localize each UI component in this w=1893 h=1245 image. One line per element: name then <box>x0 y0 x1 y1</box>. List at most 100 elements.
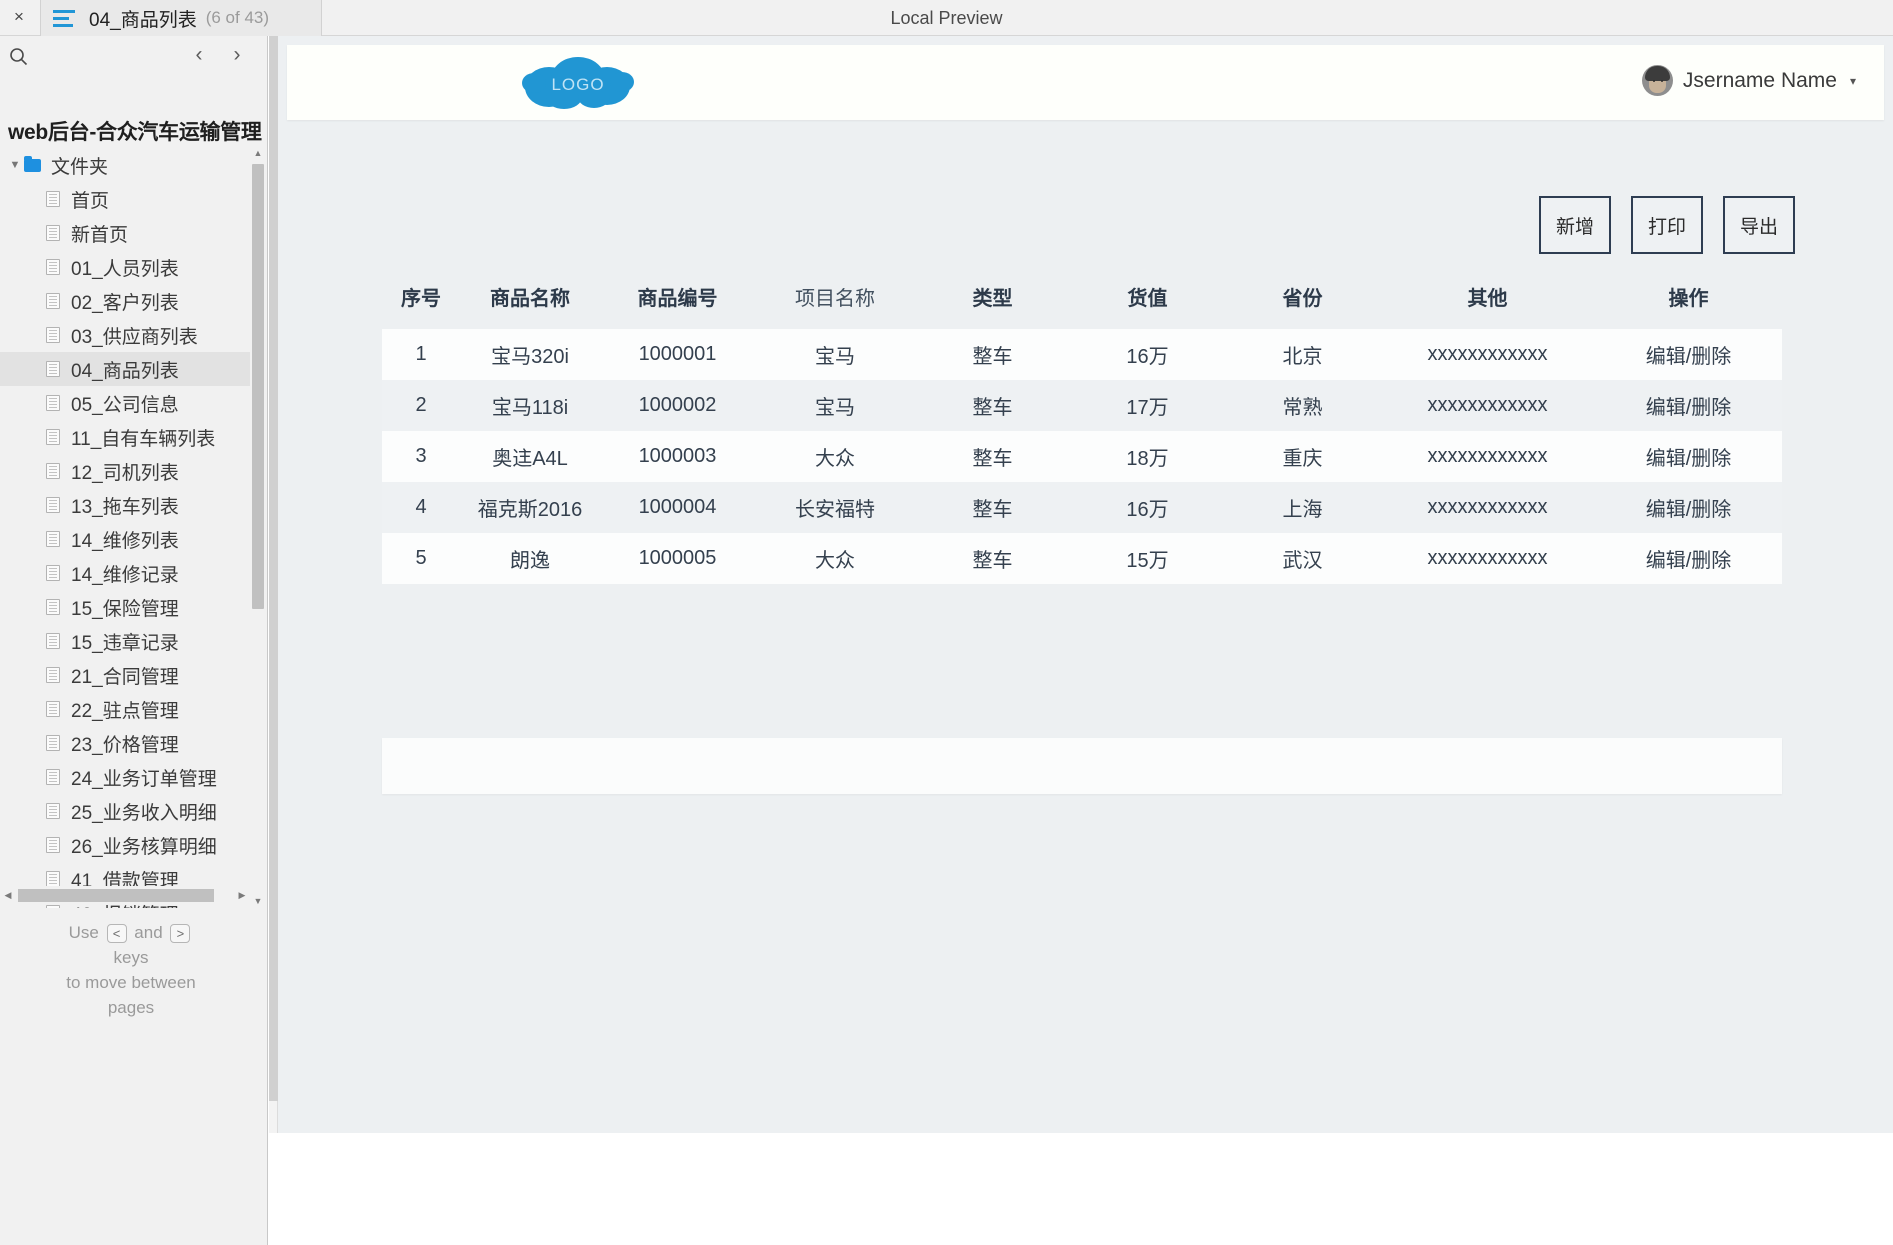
sidebar-item-1[interactable]: 新首页 <box>0 216 250 250</box>
table-cell: 1000005 <box>600 533 755 584</box>
page-icon <box>46 225 60 241</box>
sidebar-item-3[interactable]: 02_客户列表 <box>0 284 250 318</box>
sidebar-item-label: 13_拖车列表 <box>71 496 179 518</box>
sidebar-item-10[interactable]: 14_维修列表 <box>0 522 250 556</box>
table-cell: 1 <box>382 329 460 380</box>
sidebar-item-7[interactable]: 11_自有车辆列表 <box>0 420 250 454</box>
action-button-2[interactable]: 导出 <box>1723 196 1795 254</box>
table-cell: 1000002 <box>600 380 755 431</box>
table-cell: xxxxxxxxxxxx <box>1380 533 1595 584</box>
row-actions-cell[interactable]: 编辑/删除 <box>1595 482 1782 533</box>
app-canvas: LOGO Jsername Name ▾ 新增 打印 导出 序号 商品名称 商品编号 项目… <box>278 36 1893 1133</box>
prev-page-button[interactable]: ‹ <box>185 40 213 70</box>
tab-label: 04_商品列表 <box>89 9 197 31</box>
sidebar-item-label: 03_供应商列表 <box>71 326 198 348</box>
tree-vertical-scrollbar-thumb[interactable] <box>252 164 264 609</box>
sidebar-item-4[interactable]: 03_供应商列表 <box>0 318 250 352</box>
table-cell: 奥迬A4L <box>460 431 600 482</box>
user-menu[interactable]: Jsername Name ▾ <box>1641 65 1856 96</box>
action-button-0[interactable]: 新增 <box>1539 196 1611 254</box>
sidebar-item-11[interactable]: 14_维修记录 <box>0 556 250 590</box>
sidebar-item-8[interactable]: 12_司机列表 <box>0 454 250 488</box>
table-row: 1 宝马320i 1000001 宝马 整车 16万 北京 xxxxxxxxxxxx 编辑/删除 <box>382 329 1782 380</box>
table-column-header-8: 操作 <box>1595 266 1782 329</box>
sidebar-item-9[interactable]: 13_拖车列表 <box>0 488 250 522</box>
table-cell: 整车 <box>915 329 1070 380</box>
row-actions-cell[interactable]: 编辑/删除 <box>1595 431 1782 482</box>
sidebar-item-14[interactable]: 21_合同管理 <box>0 658 250 692</box>
table-cell: 整车 <box>915 533 1070 584</box>
table-cell: 重庆 <box>1225 431 1380 482</box>
next-page-button[interactable]: › <box>223 40 251 70</box>
scroll-up-icon[interactable]: ▲ <box>251 146 265 160</box>
page-icon <box>46 327 60 343</box>
scroll-right-icon[interactable]: ▶ <box>235 888 249 902</box>
sidebar-item-2[interactable]: 01_人员列表 <box>0 250 250 284</box>
row-actions-cell[interactable]: 编辑/删除 <box>1595 533 1782 584</box>
sidebar-item-18[interactable]: 25_业务收入明细 <box>0 794 250 828</box>
stage-vertical-scrollbar[interactable] <box>269 36 278 1133</box>
sidebar-item-label: 11_自有车辆列表 <box>71 428 216 450</box>
tree-vertical-scrollbar[interactable]: ▲ ▼ <box>251 146 265 908</box>
scroll-left-icon[interactable]: ◀ <box>1 888 15 902</box>
logo[interactable]: LOGO <box>509 53 647 113</box>
sidebar-item-label: 01_人员列表 <box>71 258 179 280</box>
sidebar-item-5[interactable]: 04_商品列表 <box>0 352 250 386</box>
table-cell: 17万 <box>1070 380 1225 431</box>
sidebar-item-13[interactable]: 15_违章记录 <box>0 624 250 658</box>
close-icon[interactable]: × <box>6 2 32 32</box>
browser-tab-bar: Local Preview × 04_商品列表 (6 of 43) <box>0 0 1893 36</box>
avatar <box>1641 65 1673 96</box>
table-cell: 1000003 <box>600 431 755 482</box>
chevron-down-icon[interactable]: ▼ <box>6 159 24 171</box>
stage-vertical-scrollbar-thumb[interactable] <box>269 36 278 1101</box>
table-cell: 福克斯2016 <box>460 482 600 533</box>
table-cell: 16万 <box>1070 482 1225 533</box>
chevron-down-icon[interactable]: ▾ <box>1850 74 1856 88</box>
page-icon <box>46 293 60 309</box>
sidebar-item-label: 12_司机列表 <box>71 462 179 484</box>
page-icon <box>46 565 60 581</box>
sidebar-item-6[interactable]: 05_公司信息 <box>0 386 250 420</box>
table-column-header-0: 序号 <box>382 266 460 329</box>
hint-and: and <box>134 923 163 942</box>
action-button-1[interactable]: 打印 <box>1631 196 1703 254</box>
sidebar-item-label: 02_客户列表 <box>71 292 179 314</box>
sidebar-item-17[interactable]: 24_业务订单管理 <box>0 760 250 794</box>
tree-horizontal-scrollbar-thumb[interactable] <box>18 889 214 902</box>
tree-folder-label: 文件夹 <box>51 156 109 178</box>
sidebar-item-label: 26_业务核算明细 <box>71 836 217 858</box>
table-cell: 常熟 <box>1225 380 1380 431</box>
scroll-down-icon[interactable]: ▼ <box>251 894 265 908</box>
pagination-bar[interactable] <box>382 738 1782 794</box>
tree-horizontal-scrollbar[interactable]: ◀ ▶ <box>0 886 250 904</box>
keycap-next-icon: > <box>170 924 191 944</box>
page-icon <box>46 191 60 207</box>
page-icon <box>46 531 60 547</box>
row-actions-cell[interactable]: 编辑/删除 <box>1595 380 1782 431</box>
tab-product-list[interactable]: 04_商品列表 (6 of 43) <box>40 0 322 36</box>
sidebar-item-label: 04_商品列表 <box>71 360 179 382</box>
sidebar-item-0[interactable]: 首页 <box>0 182 250 216</box>
page-icon <box>46 667 60 683</box>
tab-page-counter: (6 of 43) <box>205 8 270 27</box>
table-header: 序号 商品名称 商品编号 项目名称 类型 货值 省份 其他 操作 <box>382 266 1782 329</box>
table-cell: xxxxxxxxxxxx <box>1380 380 1595 431</box>
table-cell: 1000004 <box>600 482 755 533</box>
sidebar-item-label: 14_维修记录 <box>71 564 179 586</box>
table-column-header-3: 项目名称 <box>755 266 915 329</box>
sidebar-item-15[interactable]: 22_驻点管理 <box>0 692 250 726</box>
row-actions-cell[interactable]: 编辑/删除 <box>1595 329 1782 380</box>
table-cell: 武汉 <box>1225 533 1380 584</box>
table-row: 5 朗逸 1000005 大众 整车 15万 武汉 xxxxxxxxxxxx 编辑/删除 <box>382 533 1782 584</box>
search-icon[interactable] <box>4 42 32 70</box>
page-icon <box>46 497 60 513</box>
hint-line-4: pages <box>107 998 155 1017</box>
product-table: 序号 商品名称 商品编号 项目名称 类型 货值 省份 其他 操作 1 宝马320i 1000001 宝… <box>382 266 1782 584</box>
sidebar-item-16[interactable]: 23_价格管理 <box>0 726 250 760</box>
tree-folder-root[interactable]: ▼ 文件夹 <box>0 148 250 182</box>
sidebar-item-19[interactable]: 26_业务核算明细 <box>0 828 250 862</box>
table-cell: 宝马118i <box>460 380 600 431</box>
table-body: 1 宝马320i 1000001 宝马 整车 16万 北京 xxxxxxxxxxxx 编辑/删除… <box>382 329 1782 584</box>
sidebar-item-12[interactable]: 15_保险管理 <box>0 590 250 624</box>
